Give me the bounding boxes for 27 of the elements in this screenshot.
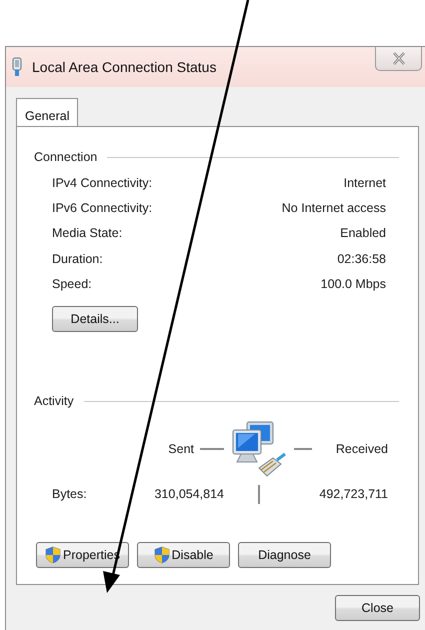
bytes-label: Bytes: (52, 487, 87, 502)
close-button[interactable]: Close (335, 595, 420, 621)
field-label: Speed: (52, 276, 92, 291)
shield-icon (154, 546, 170, 564)
group-heading: Activity (34, 394, 74, 408)
field-label: Media State: (52, 226, 122, 240)
action-button[interactable]: Diagnose (238, 542, 331, 568)
received-label: Received (336, 442, 388, 456)
bytes-received: 492,723,711 (319, 487, 388, 502)
action-button[interactable]: Disable (137, 542, 230, 568)
field-value: 100.0 Mbps (320, 276, 386, 291)
close-button[interactable] (375, 47, 422, 71)
field-label: IPv4 Connectivity: (52, 176, 152, 190)
field-label: Duration: (52, 252, 103, 266)
field-label: IPv6 Connectivity: (52, 200, 152, 215)
sent-label: Sent (168, 442, 194, 456)
details-button[interactable]: Details... (52, 306, 138, 332)
field-value: Internet (344, 176, 386, 190)
window-title: Local Area Connection Status (32, 59, 216, 75)
field-value: 02:36:58 (337, 252, 386, 266)
field-value: No Internet access (282, 200, 386, 215)
tab[interactable]: General (16, 98, 78, 126)
group-heading: Connection (34, 150, 98, 164)
network-adapter-icon (12, 57, 22, 77)
bytes-sent: 310,054,814 (154, 487, 224, 502)
field-value: Enabled (340, 226, 386, 240)
close-icon (392, 52, 406, 65)
